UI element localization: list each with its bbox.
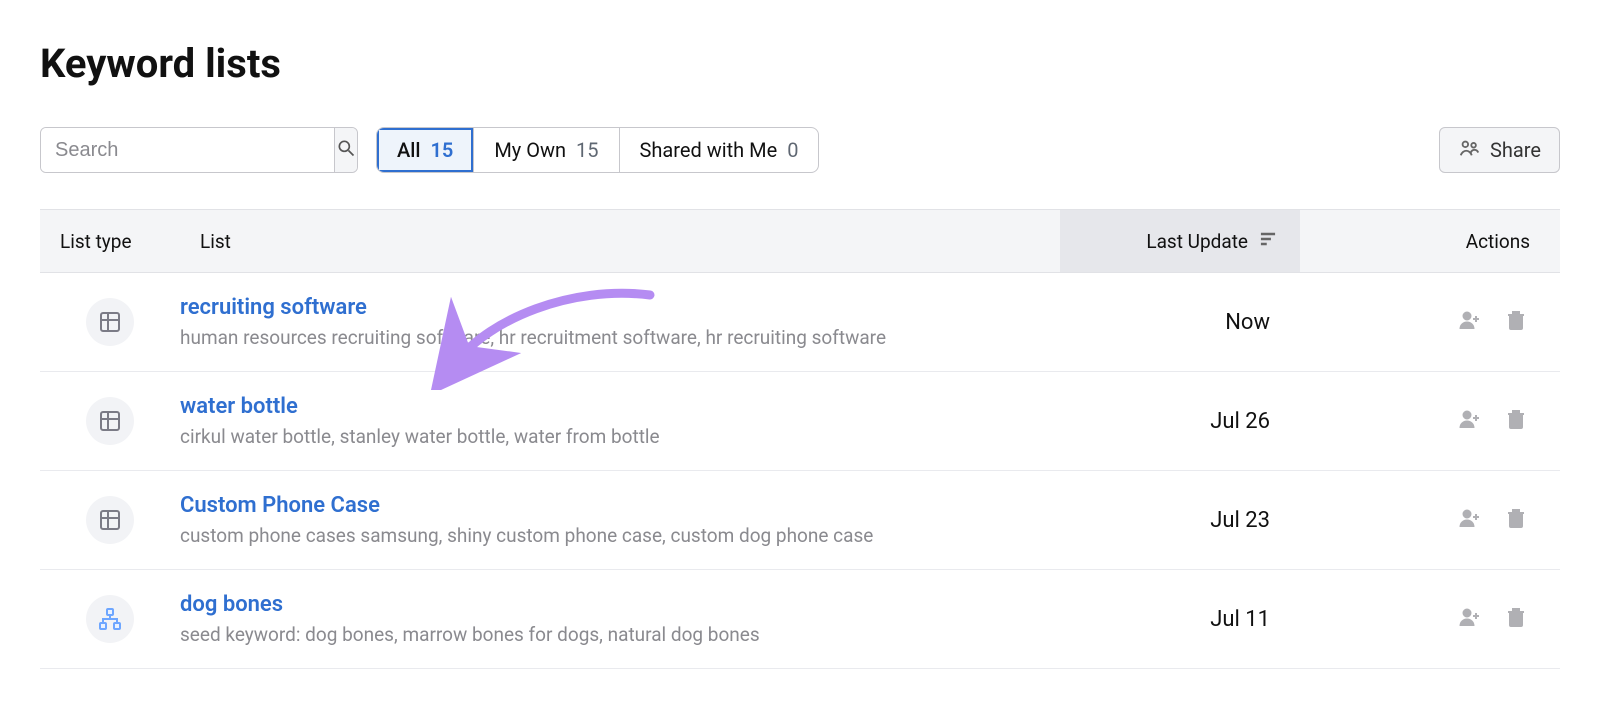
person-add-icon xyxy=(1458,506,1482,534)
col-last-update[interactable]: Last Update xyxy=(1060,210,1300,272)
list-type-cell xyxy=(40,496,180,544)
table-icon xyxy=(86,397,134,445)
list-title-link[interactable]: water bottle xyxy=(180,394,298,419)
last-update-cell: Jul 26 xyxy=(1060,409,1300,434)
actions-cell xyxy=(1300,506,1560,534)
list-cell: recruiting software human resources recru… xyxy=(180,295,1060,349)
search-button[interactable] xyxy=(334,128,357,172)
trash-icon xyxy=(1504,407,1528,435)
filter-segmented: All 15 My Own 15 Shared with Me 0 xyxy=(376,127,819,173)
share-list-button[interactable] xyxy=(1456,506,1484,534)
delete-list-button[interactable] xyxy=(1502,605,1530,633)
search-icon xyxy=(336,138,356,162)
last-update-cell: Jul 11 xyxy=(1060,607,1300,632)
person-add-icon xyxy=(1458,605,1482,633)
filter-tab-all[interactable]: All 15 xyxy=(377,128,474,172)
trash-icon xyxy=(1504,506,1528,534)
toolbar: All 15 My Own 15 Shared with Me 0 Share xyxy=(40,127,1560,173)
filter-tab-label: My Own xyxy=(494,138,566,162)
table-row: water bottle cirkul water bottle, stanley… xyxy=(40,372,1560,471)
filter-tab-count: 0 xyxy=(787,138,798,162)
list-cell: Custom Phone Case custom phone cases sams… xyxy=(180,493,1060,547)
table-row: dog bones seed keyword: dog bones, marrow… xyxy=(40,570,1560,669)
share-list-button[interactable] xyxy=(1456,605,1484,633)
table-row: Custom Phone Case custom phone cases sams… xyxy=(40,471,1560,570)
filter-tab-shared-with-me[interactable]: Shared with Me 0 xyxy=(620,128,819,172)
delete-list-button[interactable] xyxy=(1502,308,1530,336)
delete-list-button[interactable] xyxy=(1502,407,1530,435)
col-last-update-label: Last Update xyxy=(1146,230,1248,253)
filter-tab-my-own[interactable]: My Own 15 xyxy=(474,128,619,172)
actions-cell xyxy=(1300,308,1560,336)
share-list-button[interactable] xyxy=(1456,308,1484,336)
table-header: List type List Last Update Actions xyxy=(40,209,1560,273)
share-label: Share xyxy=(1490,138,1541,162)
person-add-icon xyxy=(1458,407,1482,435)
filter-tab-count: 15 xyxy=(430,138,453,162)
last-update-cell: Jul 23 xyxy=(1060,508,1300,533)
delete-list-button[interactable] xyxy=(1502,506,1530,534)
share-list-button[interactable] xyxy=(1456,407,1484,435)
search-input[interactable] xyxy=(41,128,334,172)
list-type-cell xyxy=(40,397,180,445)
table-icon xyxy=(86,496,134,544)
col-list: List xyxy=(180,230,1060,253)
col-list-type: List type xyxy=(40,230,180,253)
list-title-link[interactable]: dog bones xyxy=(180,592,283,617)
search-wrap xyxy=(40,127,358,173)
table-icon xyxy=(86,298,134,346)
list-subtitle: human resources recruiting software, hr … xyxy=(180,326,1040,349)
cluster-icon xyxy=(86,595,134,643)
trash-icon xyxy=(1504,605,1528,633)
share-button[interactable]: Share xyxy=(1439,127,1560,173)
list-subtitle: seed keyword: dog bones, marrow bones fo… xyxy=(180,623,1040,646)
share-icon xyxy=(1458,137,1480,164)
table-row: recruiting software human resources recru… xyxy=(40,273,1560,372)
list-cell: dog bones seed keyword: dog bones, marrow… xyxy=(180,592,1060,646)
filter-tab-count: 15 xyxy=(576,138,598,162)
person-add-icon xyxy=(1458,308,1482,336)
page-title: Keyword lists xyxy=(40,40,1560,87)
filter-tab-label: All xyxy=(397,138,420,162)
last-update-cell: Now xyxy=(1060,310,1300,335)
actions-cell xyxy=(1300,407,1560,435)
trash-icon xyxy=(1504,308,1528,336)
list-subtitle: cirkul water bottle, stanley water bottl… xyxy=(180,425,1040,448)
col-actions: Actions xyxy=(1300,230,1560,253)
list-subtitle: custom phone cases samsung, shiny custom… xyxy=(180,524,1040,547)
filter-tab-label: Shared with Me xyxy=(640,138,778,162)
actions-cell xyxy=(1300,605,1560,633)
list-title-link[interactable]: Custom Phone Case xyxy=(180,493,380,518)
list-type-cell xyxy=(40,595,180,643)
list-type-cell xyxy=(40,298,180,346)
sort-desc-icon xyxy=(1258,229,1278,254)
list-title-link[interactable]: recruiting software xyxy=(180,295,367,320)
list-cell: water bottle cirkul water bottle, stanley… xyxy=(180,394,1060,448)
